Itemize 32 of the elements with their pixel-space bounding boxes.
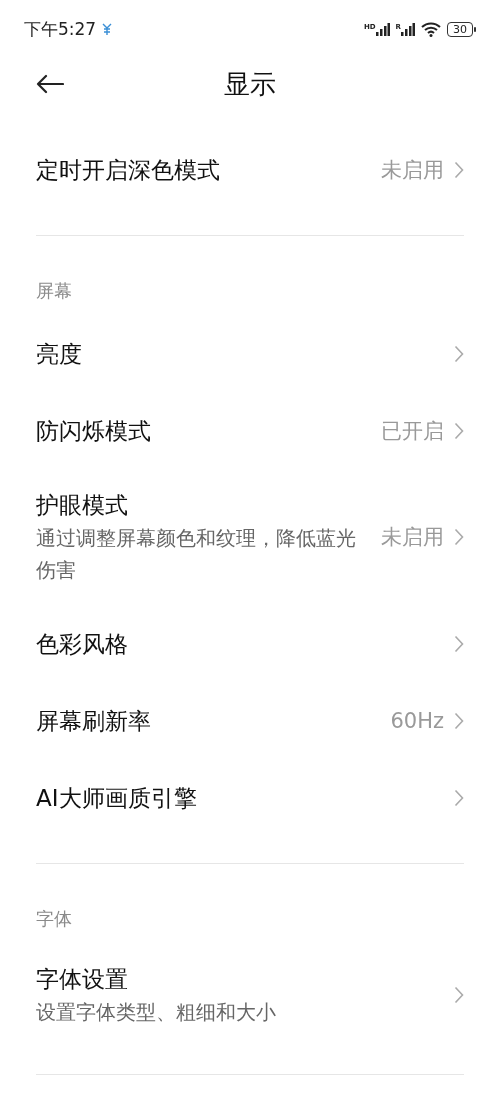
setting-value: 未启用: [381, 156, 444, 184]
setting-title[interactable]: 屏幕刷新率: [36, 703, 379, 738]
chevron-right-icon[interactable]: [454, 986, 464, 1004]
section-header: 屏幕: [35, 279, 73, 303]
setting-title[interactable]: 色彩风格: [36, 626, 444, 661]
setting-title[interactable]: 定时开启深色模式: [36, 152, 369, 187]
signal-icon: [375, 22, 390, 36]
chevron-right-icon[interactable]: [454, 344, 464, 363]
status-time: 下午5:27: [24, 17, 97, 41]
setting-description: 通过调整屏幕颜色和纹理，降低蓝光伤害: [36, 525, 356, 584]
section-header: 字体: [35, 907, 73, 931]
notification-icon: [102, 23, 113, 35]
chevron-right-icon[interactable]: [454, 160, 464, 179]
back-arrow-icon[interactable]: [36, 74, 64, 94]
battery-level: 30: [447, 21, 473, 37]
page-title: 显示: [224, 67, 276, 101]
setting-value: 已开启: [381, 417, 444, 445]
setting-value: 未启用: [381, 524, 444, 551]
setting-title[interactable]: 护眼模式: [36, 488, 369, 522]
setting-title[interactable]: 防闪烁模式: [36, 413, 369, 448]
chevron-right-icon[interactable]: [454, 421, 464, 440]
setting-title[interactable]: AI大师画质引擎: [36, 780, 444, 815]
setting-description: 设置字体类型、粗细和大小: [36, 999, 277, 1026]
setting-value: 60Hz: [390, 708, 444, 733]
signal-icon: [401, 22, 415, 36]
chevron-right-icon[interactable]: [454, 711, 464, 730]
chevron-right-icon[interactable]: [454, 528, 464, 546]
setting-title[interactable]: 字体设置: [36, 962, 444, 996]
wifi-icon: [421, 21, 441, 37]
chevron-right-icon[interactable]: [454, 634, 464, 653]
setting-title[interactable]: 亮度: [36, 336, 444, 371]
chevron-right-icon[interactable]: [454, 788, 464, 807]
